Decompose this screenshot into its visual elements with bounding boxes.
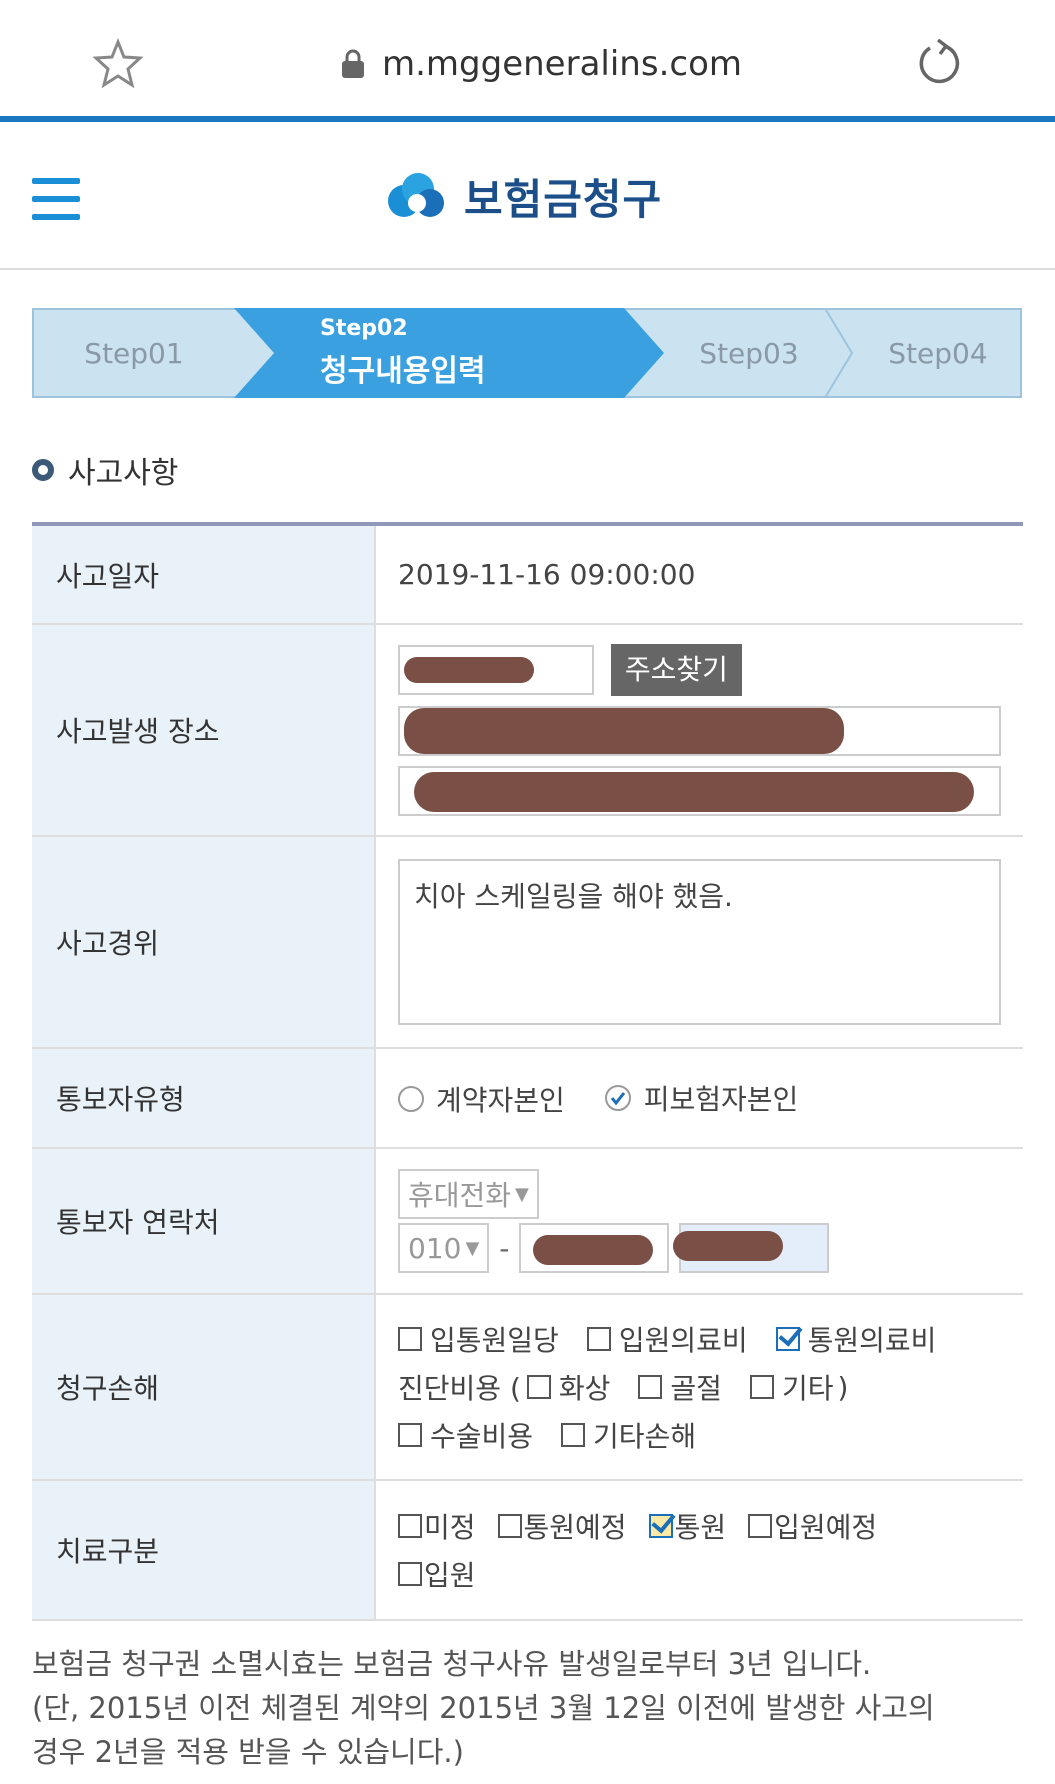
address-bar[interactable]: m.mggeneralins.com (340, 38, 742, 90)
checkbox-checked-icon (648, 1514, 673, 1538)
bookmark-star-icon[interactable] (92, 38, 144, 90)
claim-damage-label: 청구손해 (32, 1294, 376, 1481)
lock-icon (342, 49, 364, 78)
address-line2-input[interactable] (398, 766, 1001, 816)
checkbox-icon (638, 1375, 663, 1399)
accident-form: 사고일자 2019-11-16 09:00:00 사고발생 장소 주소찾기 사고… (32, 522, 1023, 1621)
footer-note-line1: 보험금 청구권 소멸시효는 보험금 청구사유 발생일로부터 3년 입니다. (32, 1647, 872, 1681)
checkbox-icon (748, 1514, 773, 1538)
footer-note: 보험금 청구권 소멸시효는 보험금 청구사유 발생일로부터 3년 입니다. (단… (32, 1642, 1022, 1774)
check-outpatient-cost[interactable]: 통원의료비 (775, 1319, 936, 1359)
redaction (404, 657, 534, 683)
cloud-logo-icon (388, 172, 444, 217)
check-other[interactable]: 기타 (749, 1367, 833, 1407)
accident-place-label: 사고발생 장소 (32, 624, 376, 837)
checkbox-icon (398, 1423, 422, 1447)
check-daily-allowance[interactable]: 입통원일당 (398, 1319, 559, 1359)
app-header: 보험금청구 (0, 128, 1055, 270)
footer-note-line3: 경우 2년을 적용 받을 수 있습니다.) (32, 1735, 464, 1769)
brand: 보험금청구 (380, 166, 662, 227)
phone-type-select[interactable]: 휴대전화 ▼ (398, 1169, 539, 1219)
checkbox-checked-icon (775, 1327, 800, 1351)
section-title: 사고사항 (32, 448, 178, 492)
bullet-icon (32, 459, 54, 481)
redaction (533, 1235, 654, 1265)
checkbox-icon (398, 1327, 422, 1351)
accident-date-label: 사고일자 (32, 524, 376, 625)
checkbox-icon (749, 1375, 774, 1399)
radio-unchecked-icon (398, 1085, 424, 1112)
address-search-button[interactable]: 주소찾기 (610, 644, 742, 696)
redaction (404, 708, 844, 754)
checkbox-icon (526, 1375, 551, 1399)
check-burn[interactable]: 화상 (526, 1367, 610, 1407)
phone-middle-input[interactable] (519, 1223, 670, 1273)
redaction (414, 772, 974, 812)
check-inpatient[interactable]: 입원 (398, 1554, 476, 1594)
step-2-text: Step02 청구내용입력 (320, 316, 486, 389)
phone-dash: - (499, 1231, 510, 1265)
check-fracture[interactable]: 골절 (638, 1367, 722, 1407)
phone-prefix-select[interactable]: 010 ▼ (398, 1223, 490, 1273)
phone-last-input[interactable] (673, 1223, 830, 1273)
check-undecided[interactable]: 미정 (398, 1506, 476, 1546)
reporter-contact-label: 통보자 연락처 (32, 1148, 376, 1295)
zipcode-input[interactable] (398, 645, 594, 695)
row-reporter-type: 통보자유형 계약자본인 피보험자본인 (32, 1048, 1023, 1149)
check-outpatient[interactable]: 통원 (648, 1506, 726, 1546)
accident-date-value: 2019-11-16 09:00:00 (375, 524, 1023, 625)
checkbox-icon (398, 1514, 422, 1538)
treatment-type-label: 치료구분 (32, 1480, 376, 1621)
check-surgery[interactable]: 수술비용 (398, 1415, 533, 1455)
footer-note-line2: (단, 2015년 이전 체결된 계약의 2015년 3월 12일 이전에 발생… (32, 1691, 935, 1725)
reporter-type-label: 통보자유형 (32, 1048, 376, 1149)
step-divider-icon (825, 310, 854, 396)
accident-detail-textarea[interactable]: 치아 스케일링을 해야 했음. (398, 859, 1001, 1025)
url-text: m.mggeneralins.com (382, 44, 742, 84)
accident-detail-label: 사고경위 (32, 836, 376, 1049)
checkbox-icon (497, 1514, 522, 1538)
browser-bar: m.mggeneralins.com (0, 0, 1055, 122)
checkbox-icon (561, 1423, 586, 1447)
row-treatment-type: 치료구분 미정 통원예정 통원 입원예정 입원 (32, 1480, 1023, 1621)
checkbox-icon (398, 1562, 422, 1586)
radio-insured[interactable]: 피보험자본인 (604, 1078, 798, 1118)
reload-icon[interactable] (914, 36, 966, 88)
step-4: Step04 (888, 336, 988, 370)
check-other-damage[interactable]: 기타손해 (561, 1415, 696, 1455)
check-planned-inpatient[interactable]: 입원예정 (748, 1506, 877, 1546)
page-title: 보험금청구 (464, 175, 663, 224)
step-progress: Step01 Step02 청구내용입력 Step03 Step04 (32, 308, 1022, 398)
radio-checked-icon (604, 1084, 631, 1111)
check-inpatient-cost[interactable]: 입원의료비 (586, 1319, 748, 1359)
row-reporter-contact: 통보자 연락처 휴대전화 ▼ 010 ▼ - (32, 1148, 1023, 1295)
row-claim-damage: 청구손해 입통원일당 입원의료비 통원의료비 진단비용 ( 화상 골절 기타 )… (32, 1294, 1023, 1481)
radio-contractor[interactable]: 계약자본인 (398, 1079, 565, 1119)
check-planned-outpatient[interactable]: 통원예정 (497, 1506, 627, 1546)
menu-icon[interactable] (32, 178, 80, 220)
row-accident-date: 사고일자 2019-11-16 09:00:00 (32, 524, 1023, 625)
checkbox-icon (586, 1327, 611, 1351)
redaction (673, 1231, 784, 1261)
row-accident-place: 사고발생 장소 주소찾기 (32, 624, 1023, 837)
step-3: Step03 (699, 336, 799, 370)
row-accident-detail: 사고경위 치아 스케일링을 해야 했음. (32, 836, 1023, 1049)
step-1: Step01 (84, 336, 184, 370)
address-line1-input[interactable] (398, 706, 1001, 756)
